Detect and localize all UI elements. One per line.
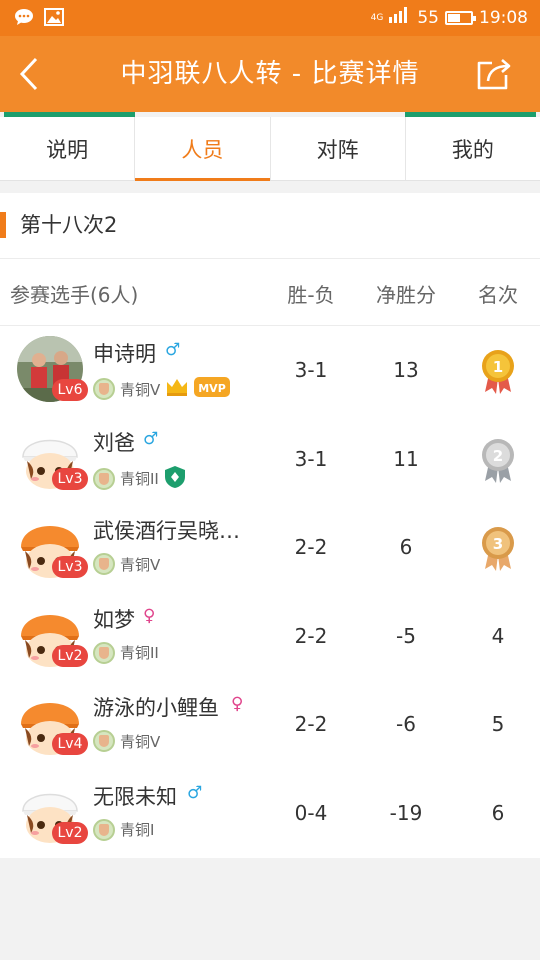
rank-medal-icon: 3 xyxy=(482,527,514,572)
bronze-tier-icon xyxy=(93,641,115,664)
table-row[interactable]: Lv3 武侯酒行吴晓… 青铜V 2-2 6 3 xyxy=(0,503,540,592)
medal-rank-number: 2 xyxy=(493,447,503,465)
back-button[interactable] xyxy=(14,56,44,92)
net-points-cell: -6 xyxy=(396,712,416,737)
net-points-cell: 6 xyxy=(399,535,413,560)
battery-percent: 55 xyxy=(417,7,439,28)
tab-members[interactable]: 人员 xyxy=(135,117,271,181)
player-name[interactable]: 武侯酒行吴晓… xyxy=(93,515,240,545)
clock: 19:08 xyxy=(479,7,528,28)
bronze-tier-icon xyxy=(93,553,115,576)
status-bar: 4G 55 19:08 xyxy=(0,0,540,36)
tab-mine[interactable]: 我的 xyxy=(406,117,540,180)
shield-icon xyxy=(164,465,186,493)
share-button[interactable] xyxy=(474,54,514,94)
bronze-tier-icon xyxy=(93,818,115,841)
app-header: 中羽联八人转 - 比赛详情 xyxy=(0,36,540,112)
rank-cell: 4 xyxy=(491,623,505,648)
bronze-tier-icon xyxy=(93,467,115,490)
mvp-badge: MVP xyxy=(194,376,231,402)
table-row[interactable]: Lv2 无限未知 ♂ 青铜I 0-4 -19 6 xyxy=(0,769,540,858)
header-player: 参赛选手(6人) xyxy=(10,283,139,307)
header-net-points: 净胜分 xyxy=(376,283,436,307)
tier-line: 青铜II xyxy=(93,641,159,664)
tab-matchups[interactable]: 对阵 xyxy=(271,117,406,180)
round-header: 第十八次2 xyxy=(0,193,540,259)
net-points-cell: -5 xyxy=(396,623,416,648)
win-loss-cell: 2-2 xyxy=(294,712,328,737)
svg-text:MVP: MVP xyxy=(199,382,227,395)
tier-line: 青铜V xyxy=(93,730,161,753)
rank-cell: 6 xyxy=(491,800,505,825)
image-icon xyxy=(44,8,64,26)
standings-table: 参赛选手(6人) 胜-负 净胜分 名次 Lv6 申诗明 ♂ 青铜V MVP 3-1 13 1 L… xyxy=(0,259,540,858)
tier-line: 青铜V xyxy=(93,553,161,576)
net-points-cell: -19 xyxy=(389,800,423,825)
tier-label: 青铜II xyxy=(120,644,159,663)
tier-label: 青铜V xyxy=(120,555,161,574)
table-row[interactable]: Lv2 如梦 ♀ 青铜II 2-2 -5 4 xyxy=(0,592,540,681)
player-name[interactable]: 刘爸 xyxy=(93,427,135,457)
chevron-left-icon xyxy=(19,57,38,91)
win-loss-cell: 3-1 xyxy=(294,358,328,382)
gender-icon: ♂ xyxy=(187,782,203,803)
signal-icon xyxy=(389,7,411,28)
medal-rank-number: 3 xyxy=(493,535,503,553)
tier-line: 青铜I xyxy=(93,818,155,841)
player-name[interactable]: 申诗明 xyxy=(93,338,156,368)
level-badge: Lv2 xyxy=(52,821,88,844)
rank-medal-icon: 2 xyxy=(482,438,514,483)
header-win-loss: 胜-负 xyxy=(287,283,335,307)
round-accent-bar xyxy=(0,212,6,238)
chat-bubble-icon xyxy=(14,8,34,26)
tier-line: 青铜V MVP xyxy=(93,376,231,402)
tier-line: 青铜II xyxy=(93,465,186,493)
bronze-tier-icon xyxy=(93,378,115,400)
network-label: 4G xyxy=(370,12,384,23)
net-points-cell: 11 xyxy=(393,446,419,471)
level-badge: Lv6 xyxy=(52,379,88,401)
net-points-cell: 13 xyxy=(393,358,419,382)
crown-icon xyxy=(165,377,189,401)
share-icon xyxy=(477,59,511,90)
rank-medal-icon: 1 xyxy=(482,350,514,394)
table-row[interactable]: Lv3 刘爸 ♂ 青铜II 3-1 11 2 xyxy=(0,415,540,504)
table-header: 参赛选手(6人) 胜-负 净胜分 名次 xyxy=(0,259,540,326)
tier-label: 青铜V xyxy=(120,380,161,399)
gender-icon: ♀ xyxy=(231,694,244,715)
tier-label: 青铜V xyxy=(120,732,161,751)
player-name[interactable]: 无限未知 xyxy=(93,781,177,811)
level-badge: Lv2 xyxy=(52,644,88,667)
gender-icon: ♂ xyxy=(143,428,159,449)
win-loss-cell: 2-2 xyxy=(294,623,328,648)
tier-label: 青铜II xyxy=(120,470,159,489)
bronze-tier-icon xyxy=(93,730,115,753)
medal-rank-number: 1 xyxy=(493,358,503,376)
level-badge: Lv3 xyxy=(52,556,88,579)
tab-description[interactable]: 说明 xyxy=(0,117,136,180)
player-name[interactable]: 游泳的小鲤鱼 xyxy=(93,692,219,722)
battery-icon xyxy=(445,10,476,25)
header-rank: 名次 xyxy=(478,283,518,307)
page-title: 中羽联八人转 - 比赛详情 xyxy=(120,59,420,89)
round-title: 第十八次2 xyxy=(20,213,118,237)
level-badge: Lv3 xyxy=(52,467,88,490)
tab-bar: 说明 人员 对阵 我的 xyxy=(0,117,540,181)
win-loss-cell: 0-4 xyxy=(294,800,328,825)
rank-cell: 5 xyxy=(491,712,505,737)
win-loss-cell: 3-1 xyxy=(294,446,328,471)
level-badge: Lv4 xyxy=(52,733,88,756)
gender-icon: ♀ xyxy=(143,605,156,626)
table-row[interactable]: Lv4 游泳的小鲤鱼 ♀ 青铜V 2-2 -6 5 xyxy=(0,680,540,769)
table-row[interactable]: Lv6 申诗明 ♂ 青铜V MVP 3-1 13 1 xyxy=(0,326,540,415)
player-name[interactable]: 如梦 xyxy=(93,604,135,634)
tier-label: 青铜I xyxy=(120,821,155,840)
gender-icon: ♂ xyxy=(165,340,181,360)
win-loss-cell: 2-2 xyxy=(294,535,328,560)
